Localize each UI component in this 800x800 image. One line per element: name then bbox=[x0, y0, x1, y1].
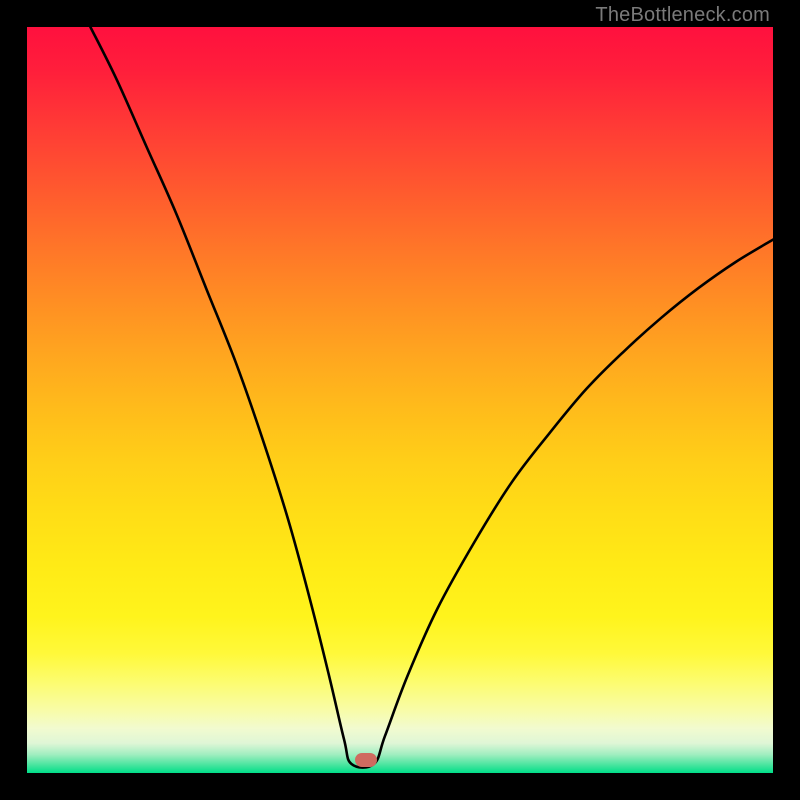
plot-area bbox=[27, 27, 773, 773]
optimal-marker bbox=[355, 753, 377, 767]
watermark-text: TheBottleneck.com bbox=[595, 4, 770, 27]
bottleneck-curve bbox=[27, 27, 773, 773]
chart-frame: TheBottleneck.com bbox=[0, 0, 800, 800]
